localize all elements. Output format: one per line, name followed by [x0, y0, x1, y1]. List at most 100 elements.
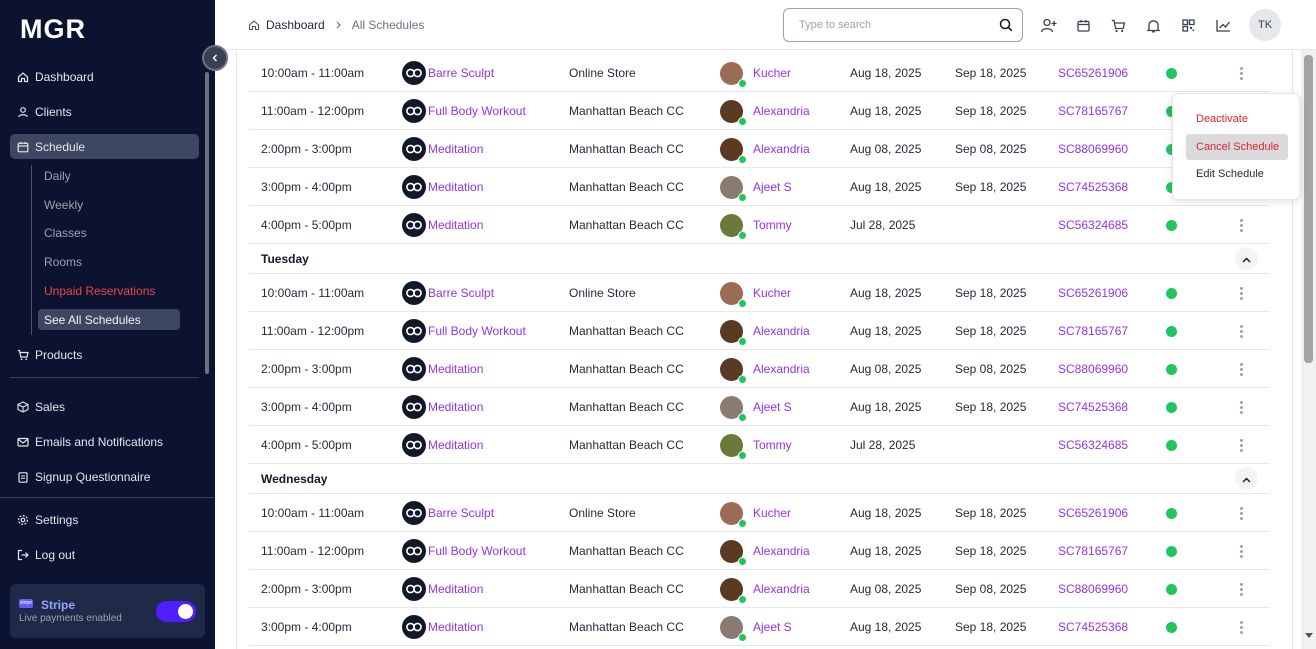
sidebar-subitem-classes[interactable]: Classes: [38, 222, 180, 243]
class-link[interactable]: Meditation: [428, 438, 483, 452]
instructor-link[interactable]: Tommy: [753, 218, 792, 232]
user-avatar[interactable]: TK: [1249, 9, 1281, 41]
row-menu-button[interactable]: [1235, 312, 1247, 350]
row-menu-button[interactable]: [1235, 54, 1247, 92]
row-menu-button[interactable]: [1235, 274, 1247, 312]
edit-schedule-menu-item[interactable]: Edit Schedule: [1186, 161, 1288, 187]
class-link[interactable]: Meditation: [428, 218, 483, 232]
collapse-day-button[interactable]: [1235, 247, 1258, 270]
sidebar-subitem-unpaid-reservations[interactable]: Unpaid Reservations: [38, 280, 180, 301]
schedule-code-link[interactable]: SC88069960: [1058, 570, 1128, 608]
sidebar-item-logout[interactable]: Log out: [10, 542, 199, 567]
instructor-link[interactable]: Alexandria: [753, 104, 810, 118]
sidebar-item-sales[interactable]: Sales: [10, 394, 199, 419]
instructor-link[interactable]: Kucher: [753, 506, 791, 520]
schedule-code-link[interactable]: SC74525368: [1058, 168, 1128, 206]
sidebar-subitem-rooms[interactable]: Rooms: [38, 251, 180, 272]
schedule-row: 10:00am - 11:00am Barre Sculpt Online Stor…: [249, 494, 1270, 532]
sidebar-subitem-see-all-schedules[interactable]: See All Schedules: [38, 309, 180, 330]
instructor-link[interactable]: Kucher: [753, 286, 791, 300]
deactivate-menu-item[interactable]: Deactivate: [1186, 106, 1288, 132]
class-link[interactable]: Meditation: [428, 620, 483, 634]
active-status-indicator: [1166, 388, 1177, 426]
instructor-link[interactable]: Ajeet S: [753, 620, 792, 634]
schedule-code-link[interactable]: SC88069960: [1058, 350, 1128, 388]
class-link[interactable]: Meditation: [428, 400, 483, 414]
add-user-icon[interactable]: [1040, 17, 1057, 34]
bell-icon[interactable]: [1145, 17, 1162, 34]
qr-icon[interactable]: [1180, 17, 1197, 34]
class-logo-icon: [402, 539, 426, 563]
search-input[interactable]: [784, 9, 984, 41]
sidebar-item-schedule[interactable]: Schedule: [10, 134, 199, 159]
sidebar-item-settings[interactable]: Settings: [10, 507, 199, 532]
collapse-day-button[interactable]: [1235, 467, 1258, 490]
schedule-code-link[interactable]: SC78165767: [1058, 92, 1128, 130]
schedule-code-link[interactable]: SC88069960: [1058, 130, 1128, 168]
home-icon[interactable]: [248, 19, 260, 31]
scroll-down-arrow-icon[interactable]: [1305, 633, 1313, 638]
class-link[interactable]: Meditation: [428, 582, 483, 596]
sidebar-item-clients[interactable]: Clients: [10, 99, 199, 124]
schedule-code-link[interactable]: SC65261906: [1058, 274, 1128, 312]
class-link[interactable]: Full Body Workout: [428, 324, 526, 338]
schedule-row: 2:00pm - 3:00pm Meditation Manhattan Beach…: [249, 350, 1270, 388]
row-menu-button[interactable]: [1235, 608, 1247, 646]
instructor-link[interactable]: Alexandria: [753, 362, 810, 376]
row-menu-button[interactable]: [1235, 532, 1247, 570]
schedule-code-link[interactable]: SC56324685: [1058, 426, 1128, 464]
schedule-code-link[interactable]: SC78165767: [1058, 532, 1128, 570]
stripe-live-toggle[interactable]: [156, 601, 196, 622]
row-menu-button[interactable]: [1235, 426, 1247, 464]
schedule-code-link[interactable]: SC74525368: [1058, 388, 1128, 426]
start-date: Aug 18, 2025: [850, 506, 922, 520]
sidebar-subitem-weekly[interactable]: Weekly: [38, 194, 180, 215]
sidebar-collapse-button[interactable]: [202, 45, 228, 71]
sidebar-item-signup-questionnaire[interactable]: Signup Questionnaire: [10, 464, 199, 489]
app-logo[interactable]: MGR: [20, 14, 86, 45]
class-link[interactable]: Barre Sculpt: [428, 506, 494, 520]
class-link[interactable]: Full Body Workout: [428, 104, 526, 118]
row-menu-button[interactable]: [1235, 350, 1247, 388]
instructor-cell: Kucher: [720, 274, 791, 312]
row-menu-button[interactable]: [1235, 388, 1247, 426]
class-link[interactable]: Barre Sculpt: [428, 286, 494, 300]
instructor-link[interactable]: Alexandria: [753, 142, 810, 156]
search-box[interactable]: [783, 8, 1023, 42]
schedule-code-link[interactable]: SC65261906: [1058, 54, 1128, 92]
schedule-code-link[interactable]: SC74525368: [1058, 608, 1128, 646]
sidebar-item-dashboard[interactable]: Dashboard: [10, 64, 199, 89]
sidebar: MGR Dashboard Clients Schedule Daily Wee…: [0, 0, 215, 649]
end-date: Sep 18, 2025: [955, 66, 1027, 80]
instructor-link[interactable]: Tommy: [753, 438, 792, 452]
chart-icon[interactable]: [1215, 17, 1232, 34]
search-icon[interactable]: [999, 18, 1013, 35]
row-menu-button[interactable]: [1235, 206, 1247, 244]
instructor-link[interactable]: Kucher: [753, 66, 791, 80]
instructor-link[interactable]: Alexandria: [753, 582, 810, 596]
page-scrollbar-thumb[interactable]: [1304, 55, 1313, 363]
sidebar-scrollbar[interactable]: [205, 72, 209, 374]
breadcrumb-dashboard-link[interactable]: Dashboard: [266, 18, 325, 32]
class-link[interactable]: Meditation: [428, 362, 483, 376]
class-link[interactable]: Barre Sculpt: [428, 66, 494, 80]
instructor-link[interactable]: Ajeet S: [753, 400, 792, 414]
class-link[interactable]: Full Body Workout: [428, 544, 526, 558]
sidebar-item-emails-notifications[interactable]: Emails and Notifications: [10, 429, 199, 454]
cancel-schedule-menu-item[interactable]: Cancel Schedule: [1186, 134, 1288, 160]
instructor-link[interactable]: Alexandria: [753, 544, 810, 558]
sidebar-subitem-daily[interactable]: Daily: [38, 165, 180, 186]
schedule-code-link[interactable]: SC65261906: [1058, 494, 1128, 532]
class-link[interactable]: Meditation: [428, 142, 483, 156]
cart-icon[interactable]: [1110, 17, 1127, 34]
row-menu-button[interactable]: [1235, 494, 1247, 532]
row-menu-button[interactable]: [1235, 570, 1247, 608]
instructor-link[interactable]: Ajeet S: [753, 180, 792, 194]
sidebar-item-products[interactable]: Products: [10, 342, 199, 367]
schedule-code-link[interactable]: SC78165767: [1058, 312, 1128, 350]
instructor-link[interactable]: Alexandria: [753, 324, 810, 338]
schedule-code-link[interactable]: SC56324685: [1058, 206, 1128, 244]
end-date: Sep 18, 2025: [955, 180, 1027, 194]
calendar-icon[interactable]: [1075, 17, 1092, 34]
class-link[interactable]: Meditation: [428, 180, 483, 194]
